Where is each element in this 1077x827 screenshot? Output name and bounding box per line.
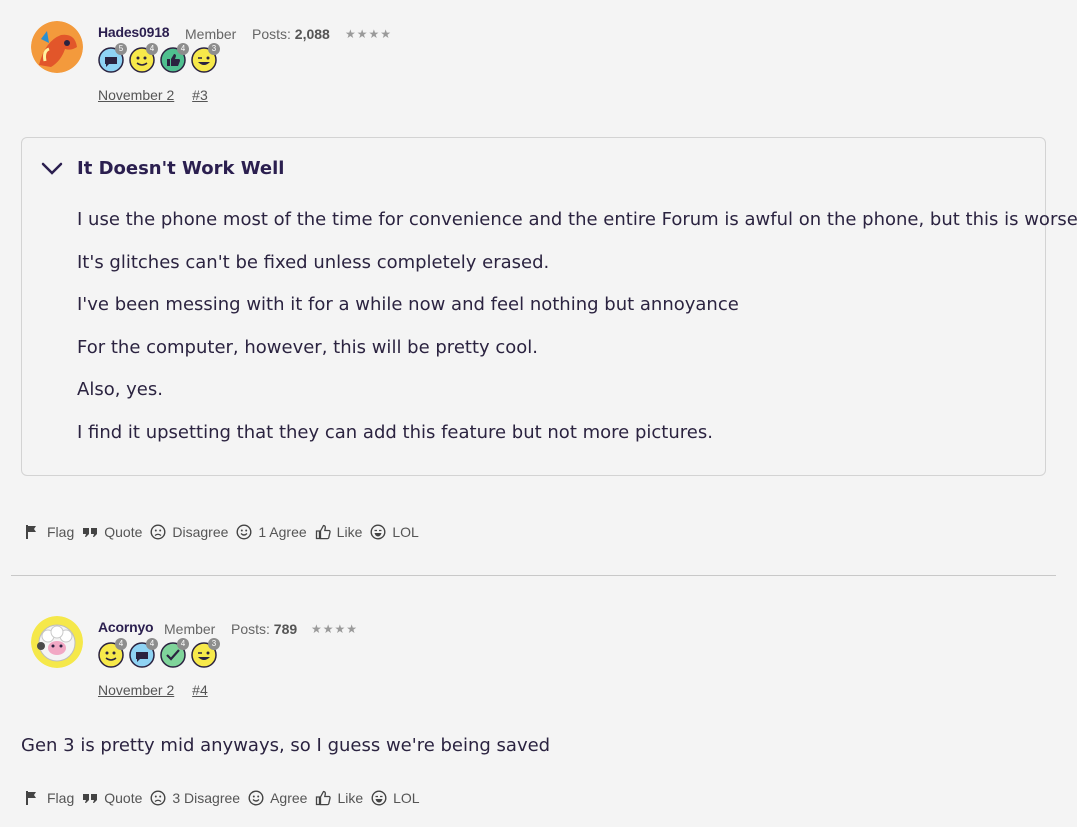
post-count-value: 789 bbox=[273, 621, 298, 637]
winking-face-badge-icon[interactable]: 3 bbox=[191, 638, 220, 668]
flag-icon bbox=[26, 791, 36, 805]
agree-label: Agree bbox=[270, 790, 308, 806]
badge-level: 4 bbox=[146, 638, 158, 650]
user-role: Member bbox=[164, 621, 216, 637]
laughing-face-icon bbox=[371, 790, 387, 806]
username[interactable]: Acornyo bbox=[98, 619, 154, 635]
disagree-label: 3 Disagree bbox=[172, 790, 241, 806]
post-actions: Flag Quote 3 Disagree Agree Like LOL bbox=[25, 790, 428, 806]
smiley-face-badge-icon[interactable]: 4 bbox=[98, 638, 127, 668]
quote-button[interactable]: Quote bbox=[82, 790, 142, 806]
flag-button[interactable]: Flag bbox=[25, 790, 74, 806]
post-4: Acornyo Member Posts: 789 ★★★★ 4 4 4 3 N… bbox=[0, 0, 1077, 827]
agree-button[interactable]: Agree bbox=[248, 790, 307, 806]
lol-button[interactable]: LOL bbox=[371, 790, 420, 806]
post-count-label: Posts: bbox=[231, 621, 270, 637]
sad-face-icon bbox=[150, 790, 166, 806]
flag-label: Flag bbox=[47, 790, 75, 806]
like-button[interactable]: Like bbox=[315, 790, 363, 806]
disagree-button[interactable]: 3 Disagree bbox=[150, 790, 240, 806]
avatar[interactable] bbox=[31, 616, 83, 668]
chat-bubble-badge-icon[interactable]: 4 bbox=[129, 638, 158, 668]
like-label: Like bbox=[337, 790, 364, 806]
smile-face-icon bbox=[248, 790, 264, 806]
badge-level: 3 bbox=[208, 638, 220, 650]
check-mark-badge-icon[interactable]: 4 bbox=[160, 638, 189, 668]
quote-icon bbox=[83, 794, 98, 803]
post-number-link[interactable]: #4 bbox=[192, 682, 208, 698]
post-meta: November 2 #4 bbox=[98, 682, 222, 698]
post-date-link[interactable]: November 2 bbox=[98, 682, 174, 698]
rank-stars: ★★★★ bbox=[311, 622, 359, 636]
badge-list: 4 4 4 3 bbox=[98, 638, 220, 668]
badge-level: 4 bbox=[115, 638, 127, 650]
badge-level: 4 bbox=[177, 638, 189, 650]
post-count: Posts: 789 bbox=[231, 621, 297, 637]
lol-label: LOL bbox=[393, 790, 420, 806]
post-body: Gen 3 is pretty mid anyways, so I guess … bbox=[21, 735, 551, 756]
thumbs-up-icon bbox=[316, 790, 332, 806]
quote-label: Quote bbox=[104, 790, 143, 806]
